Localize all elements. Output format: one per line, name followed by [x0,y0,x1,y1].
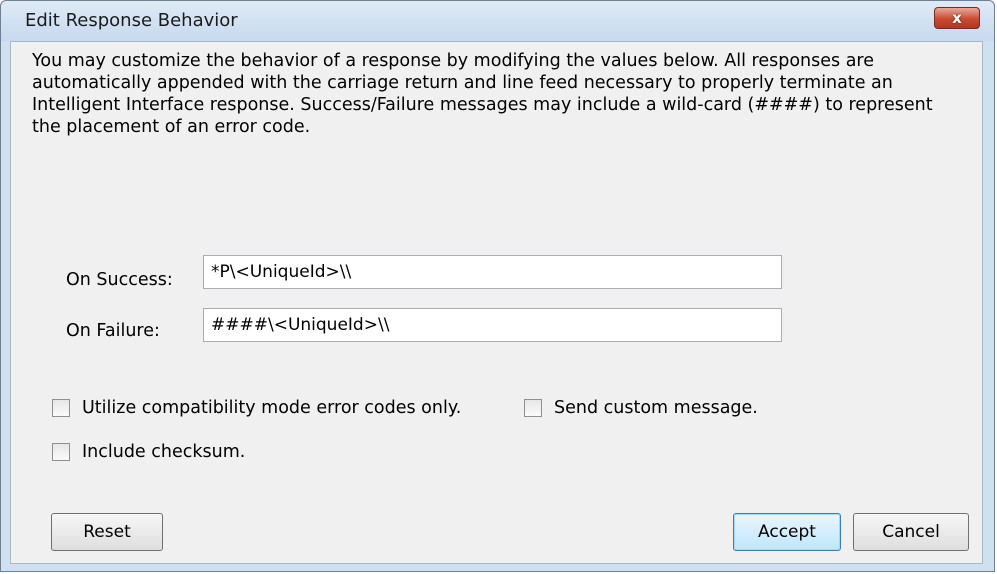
reset-button[interactable]: Reset [51,513,163,551]
on-success-label: On Success: [66,270,173,290]
accept-button[interactable]: Accept [733,513,841,551]
custom-message-checkbox[interactable] [524,399,542,417]
custom-message-option[interactable]: Send custom message. [524,398,758,418]
compat-mode-checkbox[interactable] [52,399,70,417]
close-button[interactable]: x [934,7,980,29]
custom-message-label: Send custom message. [554,398,758,418]
compat-mode-label: Utilize compatibility mode error codes o… [82,398,462,418]
cancel-button[interactable]: Cancel [853,513,969,551]
checksum-label: Include checksum. [82,442,246,462]
title-bar[interactable]: Edit Response Behavior x [1,1,994,41]
checksum-checkbox[interactable] [52,443,70,461]
compat-mode-option[interactable]: Utilize compatibility mode error codes o… [52,398,461,418]
on-failure-input[interactable] [203,308,782,342]
on-success-input[interactable] [203,255,782,289]
checksum-option[interactable]: Include checksum. [52,442,245,462]
window-title: Edit Response Behavior [25,10,238,31]
close-icon: x [952,8,962,27]
on-failure-label: On Failure: [66,321,160,341]
description-text: You may customize the behavior of a resp… [32,51,933,137]
